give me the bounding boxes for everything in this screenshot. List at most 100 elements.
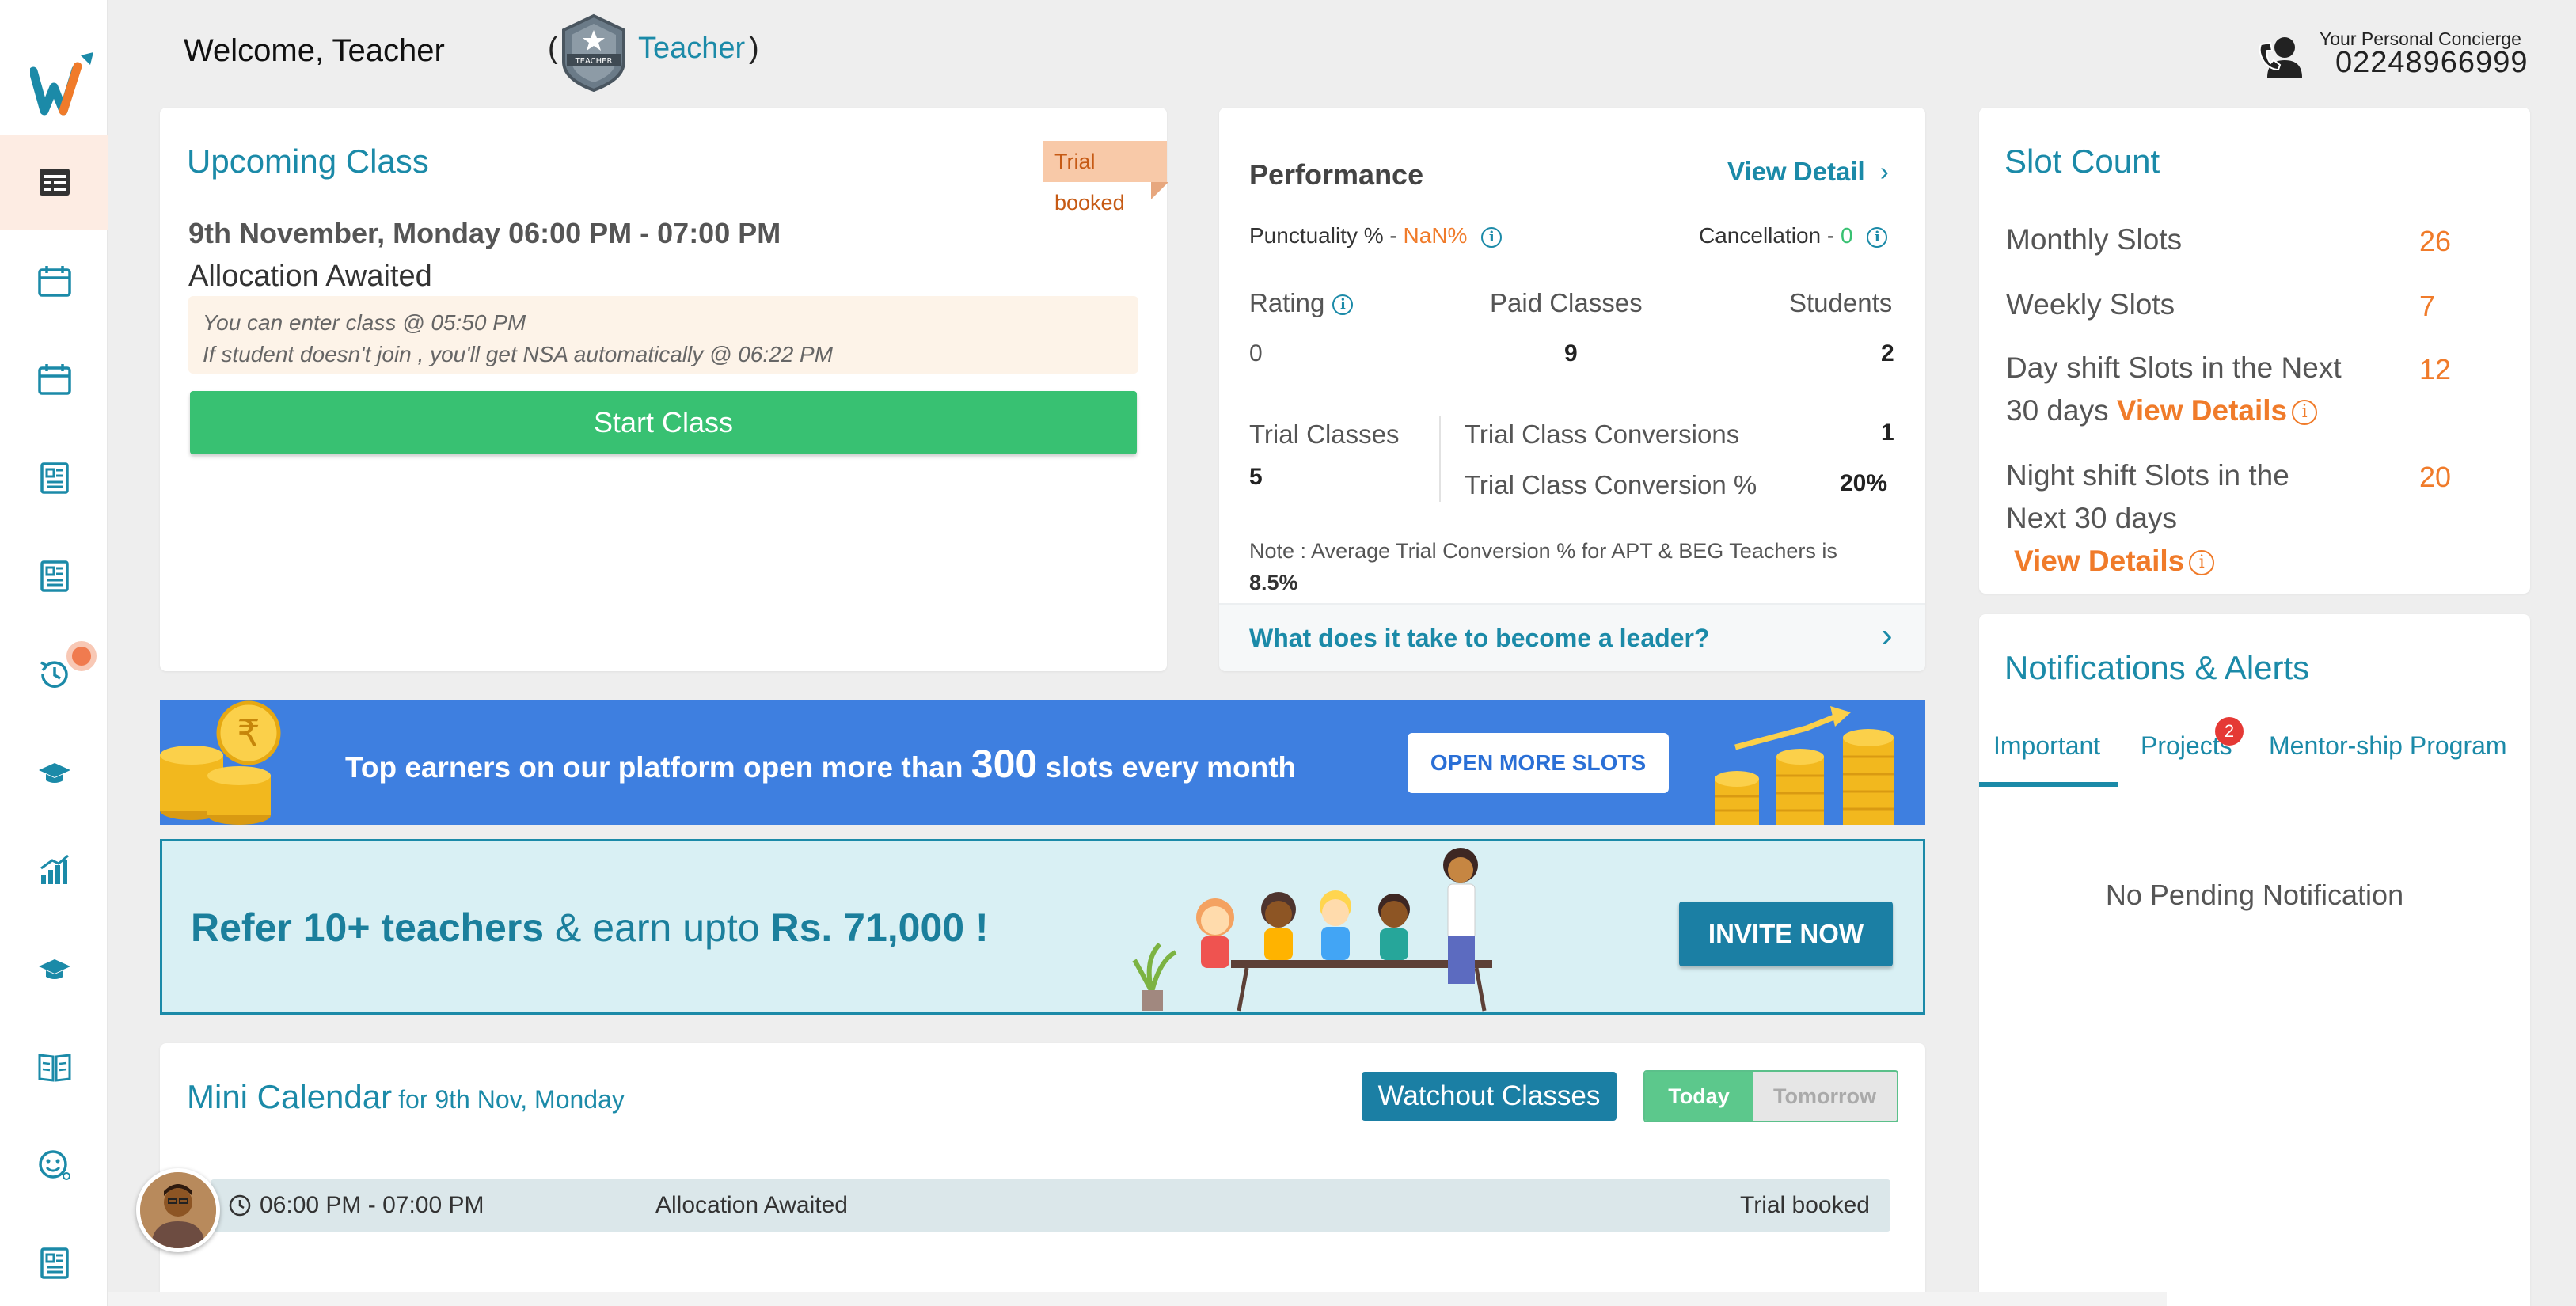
calendar-icon [37,364,71,395]
day-shift-label: Day shift Slots in the Next [2006,351,2342,384]
monthly-slots-label: Monthly Slots [2006,223,2183,256]
class-allocation-status: Allocation Awaited [655,1192,848,1218]
invite-now-button[interactable]: INVITE NOW [1679,902,1893,966]
trial-booked-ribbon: Trial booked [1043,141,1167,215]
trial-conversions-value: 1 [1881,420,1894,446]
class-time: 9th November, Monday 06:00 PM - 07:00 PM [188,217,781,249]
monthly-slots-value: 26 [2419,225,2452,257]
today-toggle[interactable]: Today [1645,1072,1753,1121]
mini-calendar-card: Mini Calendar for 9th Nov, Monday Watchou… [160,1043,1925,1306]
promo-slots-number: 300 [971,742,1038,786]
active-tab-indicator [1979,782,2118,787]
upcoming-class-card: Upcoming Class Trial booked 9th November… [160,108,1168,671]
calendar-icon [37,266,71,297]
welcome-text: Welcome, Teacher [184,33,445,68]
leader-link-row[interactable]: What does it take to become a leader? › [1219,603,1925,671]
sidebar-item-courses[interactable] [0,725,108,820]
graduation-cap-icon [38,763,70,783]
cancellation-stat: Cancellation - 0 i [1699,223,1888,249]
teacher-role-link[interactable]: Teacher [638,32,745,66]
document-icon [40,1247,69,1279]
night-shift-slots-value: 20 [2419,461,2452,493]
sidebar-item-articles[interactable] [0,529,108,624]
sidebar-item-analytics[interactable] [0,823,108,918]
performance-title: Performance [1249,158,1424,191]
tomorrow-toggle[interactable]: Tomorrow [1753,1072,1897,1121]
view-detail-label: View Detail [1727,157,1865,186]
info-icon[interactable]: i [2189,550,2215,576]
projects-count-badge: 2 [2215,717,2244,746]
nsa-note: If student doesn't join , you'll get NSA… [203,342,834,366]
clock-icon [229,1194,251,1217]
info-icon[interactable]: i [1481,226,1503,248]
trial-conversions-label: Trial Class Conversions [1465,420,1740,449]
day-shift-slots: Day shift Slots in the Next 30 days View… [2006,347,2342,432]
conversion-note: Note : Average Trial Conversion % for AP… [1249,535,1906,598]
classroom-illustration [1132,848,1492,1012]
leader-link[interactable]: What does it take to become a leader? [1249,624,1709,653]
sidebar-item-dashboard[interactable] [0,135,108,230]
mini-calendar-date: for 9th Nov, Monday [398,1085,625,1114]
slot-count-title: Slot Count [2004,142,2160,180]
info-icon[interactable]: i [1332,294,1354,316]
cancellation-label: Cancellation - [1699,223,1835,248]
info-icon[interactable]: i [2292,400,2318,426]
divider [1439,416,1441,502]
paid-classes-value: 9 [1564,340,1578,366]
weekly-slots-value: 7 [2419,290,2436,322]
sidebar-item-reports[interactable] [0,431,108,526]
promo-text-before: Top earners on our platform open more th… [345,751,963,784]
class-type: Trial booked [1740,1192,1870,1218]
sidebar-item-history[interactable] [0,627,108,722]
start-class-button[interactable]: Start Class [190,391,1137,454]
night-shift-label: Night shift Slots in the [2006,459,2289,492]
concierge-phone-icon[interactable] [2258,33,2307,78]
info-icon[interactable]: i [1867,226,1888,248]
refer-teachers-banner: Refer 10+ teachers & earn upto Rs. 71,00… [160,839,1925,1015]
watchout-classes-button[interactable]: Watchout Classes [1362,1072,1617,1121]
brand-logo[interactable] [30,47,98,119]
chevron-right-icon: › [1879,157,1889,186]
day-shift-view-details-link[interactable]: View Details [2117,394,2287,427]
open-more-slots-button[interactable]: OPEN MORE SLOTS [1408,733,1669,793]
day-shift-label-2: 30 days [2006,394,2109,427]
promo-message: Top earners on our platform open more th… [345,741,1296,787]
night-shift-view-details-link[interactable]: View Details [2014,545,2184,577]
notifications-title: Notifications & Alerts [2004,649,2310,686]
trial-conversion-pct-label: Trial Class Conversion % [1465,470,1757,499]
class-entry-note: You can enter class @ 05:50 PM If studen… [188,296,1138,374]
bar-chart-icon [40,854,69,884]
sidebar [0,0,108,1306]
notification-dot [66,641,97,671]
punctuality-stat: Punctuality % - NaN% i [1249,223,1503,249]
user-avatar[interactable] [136,1168,220,1252]
day-toggle: Today Tomorrow [1643,1070,1898,1122]
punctuality-value: NaN% [1403,223,1468,248]
tab-important[interactable]: Important [1993,731,2100,761]
sidebar-item-library[interactable] [0,1019,108,1114]
class-time-slot: 06:00 PM - 07:00 PM [260,1192,484,1218]
sidebar-item-training[interactable] [0,921,108,1016]
sidebar-item-calendar[interactable] [0,234,108,329]
sidebar-item-schedule[interactable] [0,332,108,427]
mini-calendar-heading: Mini Calendar [187,1078,393,1115]
paren-open: ( [548,32,558,65]
calendar-class-row[interactable]: 06:00 PM - 07:00 PM Allocation Awaited T… [211,1179,1890,1232]
refer-highlight: Refer 10+ teachers [191,905,545,950]
book-icon [38,1054,70,1082]
tab-mentorship-program[interactable]: Mentor-ship Program [2269,731,2507,761]
concierge-phone-number[interactable]: 02248966999 [2335,46,2528,80]
sidebar-item-feedback[interactable] [0,1118,108,1213]
entry-time-note: You can enter class @ 05:50 PM [203,310,526,335]
growing-coins-illustration [1715,706,1894,825]
trial-classes-value: 5 [1249,464,1263,490]
trial-conversion-pct-value: 20% [1840,470,1888,496]
slot-count-card: Slot Count Monthly Slots 26 Weekly Slots… [1979,108,2530,594]
mini-calendar-title: Mini Calendar for 9th Nov, Monday [187,1078,625,1116]
sidebar-item-documents[interactable] [0,1216,108,1306]
refer-message: Refer 10+ teachers & earn upto Rs. 71,00… [191,905,989,951]
view-detail-link[interactable]: View Detail › [1727,157,1889,187]
rating-label-group: Rating i [1249,288,1354,318]
document-icon [40,560,69,592]
performance-card: Performance View Detail › Punctuality % … [1219,108,1925,671]
